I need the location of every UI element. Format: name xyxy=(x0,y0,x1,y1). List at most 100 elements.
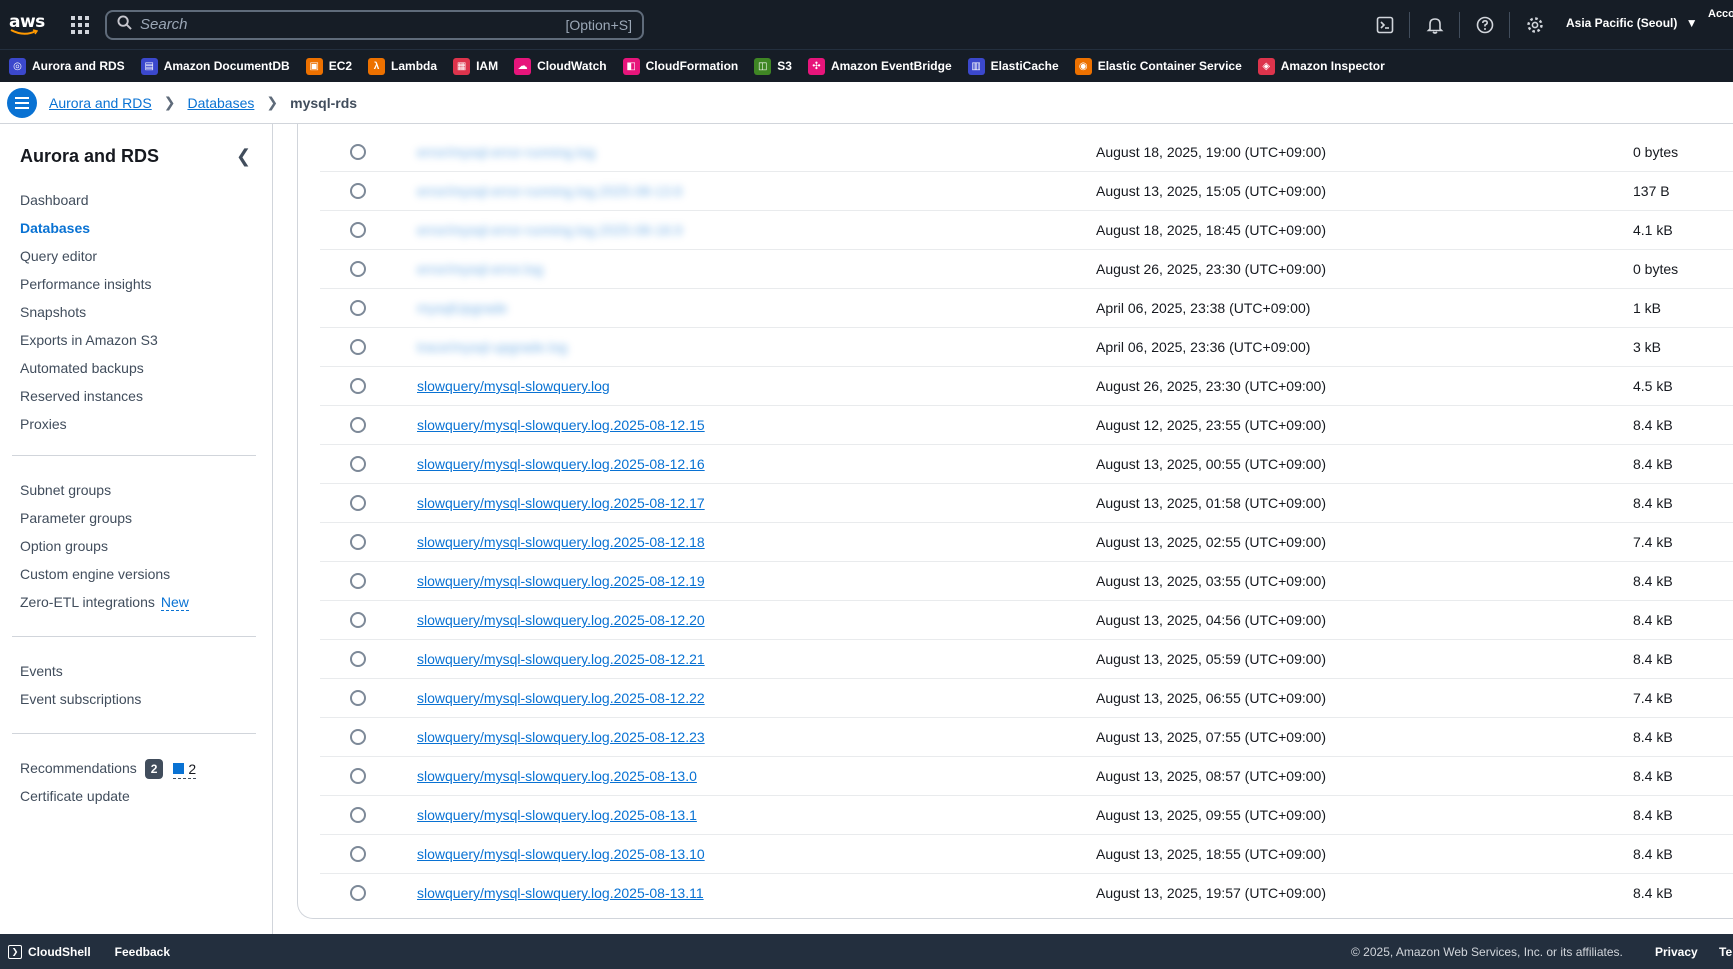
favorite-cloudwatch[interactable]: ☁ CloudWatch xyxy=(514,57,607,75)
row-select-radio[interactable] xyxy=(350,261,366,277)
sidebar-item-automated-backups[interactable]: Automated backups xyxy=(20,354,260,382)
table-row[interactable]: slowquery/mysql-slowquery.log.2025-08-13… xyxy=(320,874,1733,913)
notifications-bell-icon[interactable] xyxy=(1410,12,1460,38)
recommendations-info-badge[interactable]: 2 xyxy=(173,759,197,780)
sidebar-item-snapshots[interactable]: Snapshots xyxy=(20,298,260,326)
table-row[interactable]: slowquery/mysql-slowquery.log.2025-08-12… xyxy=(320,640,1733,679)
sidebar-item-recommendations[interactable]: Recommendations 2 2 xyxy=(20,754,260,782)
favorite-rds[interactable]: ◎ Aurora and RDS xyxy=(9,57,125,75)
breadcrumb-databases[interactable]: Databases xyxy=(187,95,254,111)
region-selector[interactable]: Asia Pacific (Seoul) ▼ xyxy=(1566,16,1698,30)
log-file-name-link[interactable]: slowquery/mysql-slowquery.log.2025-08-13… xyxy=(417,885,704,901)
log-file-name-link[interactable]: error/mysql-error-running.log.2025-08-18… xyxy=(417,222,682,238)
row-select-radio[interactable] xyxy=(350,729,366,745)
favorite-lambda[interactable]: λ Lambda xyxy=(368,57,437,75)
sidebar-item-parameter-groups[interactable]: Parameter groups xyxy=(20,504,260,532)
help-icon[interactable] xyxy=(1460,12,1510,38)
account-menu[interactable]: Acco xyxy=(1708,8,1733,20)
table-row[interactable]: error/mysql-error-running.log August 18, … xyxy=(320,133,1733,172)
terms-link[interactable]: Te xyxy=(1719,945,1732,959)
search-input[interactable] xyxy=(140,16,566,33)
row-select-radio[interactable] xyxy=(350,651,366,667)
table-row[interactable]: slowquery/mysql-slowquery.log.2025-08-13… xyxy=(320,835,1733,874)
log-file-name-link[interactable]: slowquery/mysql-slowquery.log.2025-08-12… xyxy=(417,534,705,550)
sidebar-item-zero-etl[interactable]: Zero-ETL integrations New xyxy=(20,588,260,616)
table-row[interactable]: error/mysql-error.log August 26, 2025, 23… xyxy=(320,250,1733,289)
row-select-radio[interactable] xyxy=(350,573,366,589)
favorite-s3[interactable]: ◫ S3 xyxy=(754,57,792,75)
table-row[interactable]: slowquery/mysql-slowquery.log.2025-08-13… xyxy=(320,796,1733,835)
row-select-radio[interactable] xyxy=(350,222,366,238)
sidebar-item-subnet-groups[interactable]: Subnet groups xyxy=(20,476,260,504)
log-file-name-link[interactable]: slowquery/mysql-slowquery.log.2025-08-12… xyxy=(417,456,705,472)
settings-gear-icon[interactable] xyxy=(1510,12,1560,38)
log-file-name-link[interactable]: slowquery/mysql-slowquery.log.2025-08-12… xyxy=(417,417,705,433)
sidebar-item-databases[interactable]: Databases xyxy=(20,214,260,242)
log-file-name-link[interactable]: slowquery/mysql-slowquery.log.2025-08-12… xyxy=(417,612,705,628)
sidebar-item-reserved-instances[interactable]: Reserved instances xyxy=(20,382,260,410)
table-row[interactable]: error/mysql-error-running.log.2025-08-18… xyxy=(320,211,1733,250)
table-row[interactable]: slowquery/mysql-slowquery.log.2025-08-12… xyxy=(320,718,1733,757)
table-row[interactable]: mysqlUpgrade April 06, 2025, 23:38 (UTC+0… xyxy=(320,289,1733,328)
sidebar-item-performance-insights[interactable]: Performance insights xyxy=(20,270,260,298)
log-file-name-link[interactable]: error/mysql-error-running.log xyxy=(417,144,595,160)
log-file-name-link[interactable]: error/mysql-error.log xyxy=(417,261,543,277)
favorite-inspector[interactable]: ◈ Amazon Inspector xyxy=(1257,57,1385,75)
sidebar-item-custom-engine-versions[interactable]: Custom engine versions xyxy=(20,560,260,588)
row-select-radio[interactable] xyxy=(350,690,366,706)
table-row[interactable]: slowquery/mysql-slowquery.log.2025-08-12… xyxy=(320,601,1733,640)
row-select-radio[interactable] xyxy=(350,417,366,433)
log-file-name-link[interactable]: slowquery/mysql-slowquery.log.2025-08-13… xyxy=(417,846,705,862)
favorite-cloudformation[interactable]: ◧ CloudFormation xyxy=(622,57,738,75)
new-badge[interactable]: New xyxy=(160,594,189,611)
log-file-name-link[interactable]: trace/mysql-upgrade.log xyxy=(417,339,567,355)
log-file-name-link[interactable]: slowquery/mysql-slowquery.log.2025-08-12… xyxy=(417,495,705,511)
row-select-radio[interactable] xyxy=(350,885,366,901)
favorite-documentdb[interactable]: ▤ Amazon DocumentDB xyxy=(140,57,290,75)
row-select-radio[interactable] xyxy=(350,456,366,472)
row-select-radio[interactable] xyxy=(350,144,366,160)
log-file-name-link[interactable]: error/mysql-error-running.log.2025-08-13… xyxy=(417,183,682,199)
row-select-radio[interactable] xyxy=(350,495,366,511)
sidebar-item-certificate-update[interactable]: Certificate update xyxy=(20,782,260,810)
log-file-name-link[interactable]: slowquery/mysql-slowquery.log.2025-08-13… xyxy=(417,768,697,784)
sidebar-item-option-groups[interactable]: Option groups xyxy=(20,532,260,560)
table-row[interactable]: slowquery/mysql-slowquery.log.2025-08-12… xyxy=(320,523,1733,562)
services-menu-icon[interactable] xyxy=(71,15,89,34)
collapse-sidebar-icon[interactable]: ❮ xyxy=(236,146,251,167)
cloudshell-icon[interactable] xyxy=(1360,12,1410,38)
favorite-iam[interactable]: ▦ IAM xyxy=(453,57,498,75)
table-row[interactable]: error/mysql-error-running.log.2025-08-13… xyxy=(320,172,1733,211)
favorite-ec2[interactable]: ▣ EC2 xyxy=(305,57,352,75)
row-select-radio[interactable] xyxy=(350,183,366,199)
breadcrumb-aurora-rds[interactable]: Aurora and RDS xyxy=(49,95,152,111)
hamburger-menu-icon[interactable] xyxy=(7,87,37,118)
sidebar-item-exports-s3[interactable]: Exports in Amazon S3 xyxy=(20,326,260,354)
row-select-radio[interactable] xyxy=(350,807,366,823)
aws-logo[interactable]: aws xyxy=(9,10,45,40)
row-select-radio[interactable] xyxy=(350,378,366,394)
table-row[interactable]: slowquery/mysql-slowquery.log.2025-08-13… xyxy=(320,757,1733,796)
sidebar-item-proxies[interactable]: Proxies xyxy=(20,410,260,438)
log-file-name-link[interactable]: slowquery/mysql-slowquery.log.2025-08-12… xyxy=(417,690,705,706)
row-select-radio[interactable] xyxy=(350,339,366,355)
privacy-link[interactable]: Privacy xyxy=(1655,945,1698,959)
table-row[interactable]: slowquery/mysql-slowquery.log.2025-08-12… xyxy=(320,484,1733,523)
row-select-radio[interactable] xyxy=(350,534,366,550)
log-file-name-link[interactable]: mysqlUpgrade xyxy=(417,300,507,316)
log-file-name-link[interactable]: slowquery/mysql-slowquery.log.2025-08-12… xyxy=(417,573,705,589)
favorite-elasticache[interactable]: ▥ ElastiCache xyxy=(967,57,1059,75)
favorite-eventbridge[interactable]: ✣ Amazon EventBridge xyxy=(807,57,952,75)
log-file-name-link[interactable]: slowquery/mysql-slowquery.log xyxy=(417,378,610,394)
row-select-radio[interactable] xyxy=(350,612,366,628)
table-row[interactable]: slowquery/mysql-slowquery.log.2025-08-12… xyxy=(320,562,1733,601)
log-file-name-link[interactable]: slowquery/mysql-slowquery.log.2025-08-12… xyxy=(417,729,705,745)
sidebar-item-dashboard[interactable]: Dashboard xyxy=(20,186,260,214)
row-select-radio[interactable] xyxy=(350,300,366,316)
sidebar-item-query-editor[interactable]: Query editor xyxy=(20,242,260,270)
feedback-link[interactable]: Feedback xyxy=(115,945,170,959)
table-row[interactable]: slowquery/mysql-slowquery.log.2025-08-12… xyxy=(320,406,1733,445)
row-select-radio[interactable] xyxy=(350,846,366,862)
search-box[interactable]: [Option+S] xyxy=(105,9,644,40)
row-select-radio[interactable] xyxy=(350,768,366,784)
